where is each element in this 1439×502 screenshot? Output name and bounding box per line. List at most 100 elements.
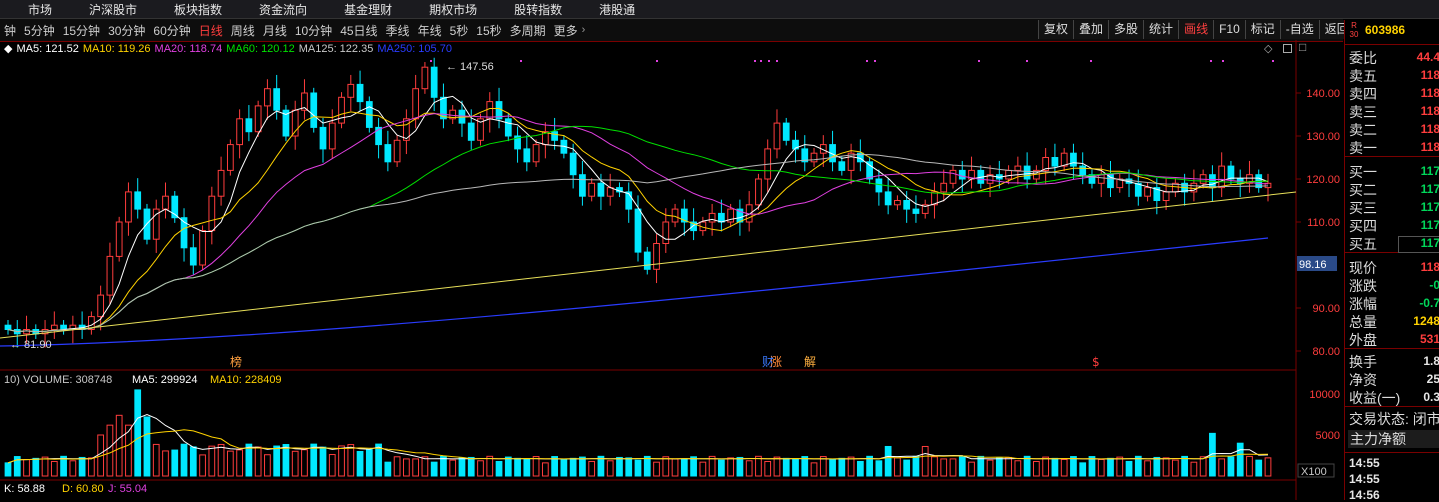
candle[interactable] [1079, 165, 1087, 176]
candle[interactable] [115, 221, 123, 257]
candle[interactable] [847, 152, 855, 171]
candle[interactable] [1144, 187, 1151, 197]
candle[interactable] [1227, 165, 1235, 180]
candle[interactable] [1070, 152, 1077, 167]
candle[interactable] [940, 182, 948, 193]
tool-button[interactable]: 多股 [1108, 20, 1144, 39]
candle[interactable] [523, 148, 531, 163]
candle[interactable] [412, 88, 420, 120]
tool-button[interactable]: 画线 [1178, 20, 1214, 39]
event-marker[interactable]: 榜 [230, 354, 242, 369]
market-tab[interactable]: 板块指数 [154, 1, 239, 18]
period-tab[interactable]: 周线 [227, 22, 259, 39]
candle[interactable] [708, 212, 716, 223]
candle[interactable] [310, 92, 318, 128]
candle[interactable] [199, 230, 206, 266]
candle[interactable] [579, 174, 586, 197]
candle[interactable] [189, 247, 197, 266]
main-net-flow[interactable]: 主力净额 [1348, 430, 1439, 448]
tool-button[interactable]: -自选 [1279, 20, 1319, 39]
candle[interactable] [217, 169, 225, 197]
market-tab[interactable]: 基金理财 [324, 1, 409, 18]
candle[interactable] [264, 88, 271, 107]
candle[interactable] [4, 324, 12, 331]
candle[interactable] [97, 294, 105, 318]
market-tab[interactable]: 市场 [0, 1, 69, 18]
period-tab[interactable]: 季线 [382, 22, 414, 39]
candle[interactable] [1097, 174, 1105, 184]
diamond-icon[interactable]: ◇ [1264, 42, 1272, 55]
tool-button[interactable]: F10 [1213, 20, 1245, 39]
period-tab[interactable]: 30分钟 [104, 22, 149, 39]
candle[interactable] [245, 118, 253, 133]
period-tab[interactable]: 日线 [195, 22, 227, 39]
candle[interactable] [903, 200, 911, 210]
candle[interactable] [226, 144, 234, 171]
candle[interactable] [949, 169, 957, 184]
candle[interactable] [884, 191, 892, 206]
period-tab[interactable]: 更多 [550, 22, 582, 39]
candle[interactable] [569, 152, 577, 176]
candle[interactable] [254, 105, 262, 133]
candle[interactable] [718, 212, 725, 223]
candle[interactable] [486, 101, 494, 120]
candle[interactable] [1107, 174, 1114, 189]
close-icon[interactable]: □ [1299, 40, 1306, 54]
candle[interactable] [1051, 157, 1059, 167]
candle[interactable] [50, 324, 58, 331]
candle[interactable] [866, 161, 873, 180]
candle[interactable] [662, 221, 670, 244]
period-tab[interactable]: 45日线 [336, 22, 381, 39]
candle[interactable] [894, 200, 901, 206]
period-tab[interactable]: 月线 [259, 22, 291, 39]
tool-button[interactable]: 标记 [1244, 20, 1280, 39]
candle[interactable] [773, 122, 781, 150]
candle[interactable] [606, 187, 614, 197]
event-marker[interactable]: $ [1092, 355, 1100, 369]
candle[interactable] [671, 208, 679, 223]
candle[interactable] [430, 66, 438, 98]
kline-chart[interactable]: 140.00 130.00 120.00 110.00 90.00 80.00 98.16 ←… [0, 40, 1344, 500]
candle[interactable] [393, 139, 401, 163]
candle[interactable] [338, 96, 345, 124]
candle[interactable] [875, 178, 883, 193]
candle[interactable] [1005, 169, 1012, 180]
expand-box-icon[interactable] [1283, 44, 1292, 53]
candle[interactable] [634, 208, 642, 253]
candle[interactable] [291, 109, 299, 137]
candle[interactable] [1023, 165, 1031, 180]
candle[interactable] [958, 169, 966, 180]
candle[interactable] [782, 122, 790, 141]
event-marker[interactable]: 解 [804, 355, 816, 369]
market-tab[interactable]: 期权市场 [409, 1, 494, 18]
period-tab[interactable]: 5秒 [446, 22, 473, 39]
stock-code-box[interactable]: R 30 603986 [1345, 20, 1439, 42]
candle[interactable] [421, 66, 429, 90]
candle[interactable] [319, 126, 327, 150]
period-tab[interactable]: 60分钟 [149, 22, 194, 39]
candle[interactable] [162, 195, 169, 210]
period-tab[interactable]: 10分钟 [291, 22, 336, 39]
candle[interactable] [236, 118, 243, 146]
period-tab[interactable]: 5分钟 [20, 22, 59, 39]
candle[interactable] [125, 191, 132, 223]
event-marker[interactable]: 涨 [770, 354, 782, 369]
market-tab[interactable]: 资金流向 [239, 1, 324, 18]
market-tab[interactable]: 沪深股市 [69, 1, 154, 18]
candle[interactable] [467, 122, 475, 141]
candle[interactable] [384, 144, 392, 163]
candle[interactable] [653, 243, 660, 270]
candle[interactable] [912, 208, 920, 214]
period-tab[interactable]: 钟 [0, 22, 20, 39]
period-tab[interactable]: 15秒 [472, 22, 505, 39]
chevron-right-icon[interactable]: › [582, 24, 590, 36]
tool-button[interactable]: 统计 [1143, 20, 1179, 39]
candle[interactable] [810, 152, 818, 163]
candle[interactable] [328, 122, 336, 150]
candle[interactable] [551, 131, 558, 141]
period-tab[interactable]: 年线 [414, 22, 446, 39]
candle[interactable] [643, 251, 651, 270]
candle[interactable] [23, 329, 30, 335]
market-tab[interactable]: 股转指数 [494, 1, 579, 18]
tool-button[interactable]: 复权 [1038, 20, 1074, 39]
